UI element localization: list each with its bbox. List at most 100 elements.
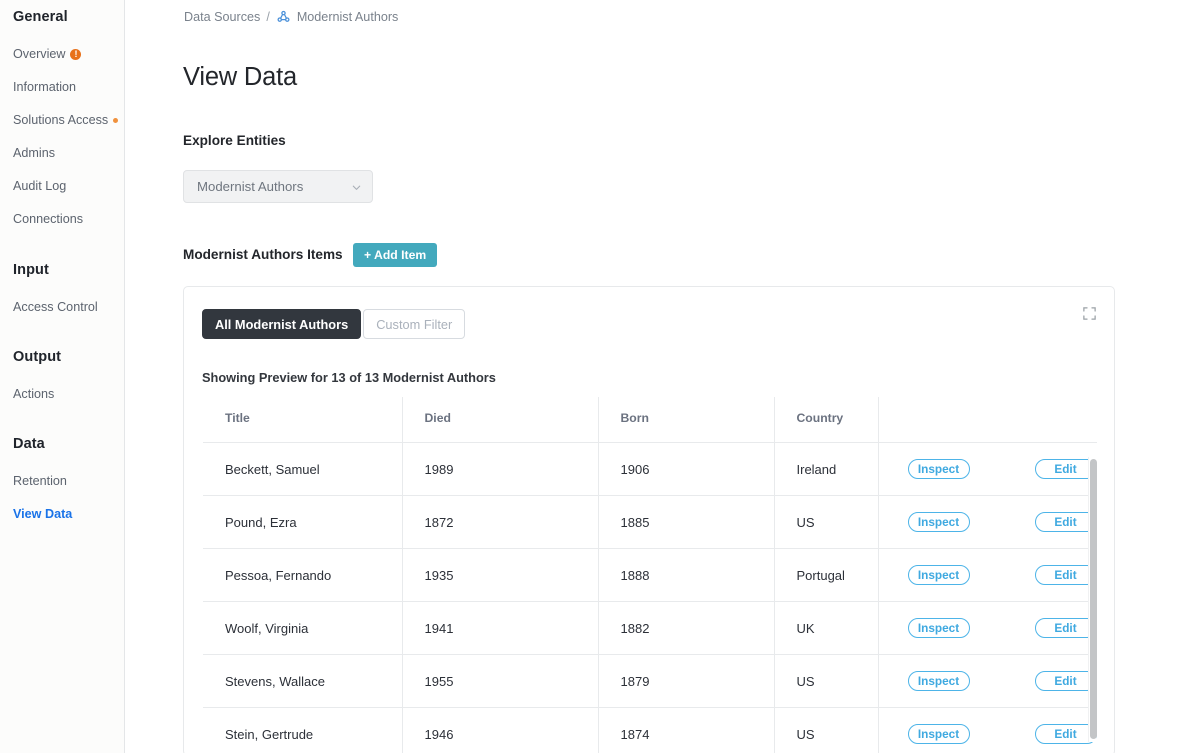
data-table-wrap: Title Died Born Country Beckett, Samuel1… [203, 397, 1097, 753]
cell-country: UK [774, 602, 878, 655]
sidebar-item-label: Solutions Access [13, 113, 108, 127]
sidebar-item-label: Connections [13, 212, 83, 226]
inspect-button[interactable]: Inspect [908, 671, 970, 691]
app-root: General Overview! Information Solutions Acc… [0, 0, 1181, 753]
cell-actions: InspectEdit [878, 602, 1097, 655]
cell-country: Portugal [774, 549, 878, 602]
cell-born: 1879 [598, 655, 774, 708]
sidebar-item-connections[interactable]: Connections [13, 212, 83, 226]
sidebar-section-title-general: General [13, 9, 68, 25]
sidebar-item-access-control[interactable]: Access Control [13, 300, 98, 314]
table-row[interactable]: Stevens, Wallace19551879USInspectEdit [203, 655, 1097, 708]
data-table: Title Died Born Country Beckett, Samuel1… [203, 397, 1097, 753]
column-header-country[interactable]: Country [774, 397, 878, 443]
inspect-button[interactable]: Inspect [908, 565, 970, 585]
add-item-button[interactable]: + Add Item [353, 243, 437, 267]
cell-actions: InspectEdit [878, 549, 1097, 602]
cell-died: 1955 [402, 655, 598, 708]
table-row[interactable]: Woolf, Virginia19411882UKInspectEdit [203, 602, 1097, 655]
entity-select[interactable]: Modernist Authors [183, 170, 373, 203]
status-dot-icon [113, 118, 118, 123]
cell-born: 1874 [598, 708, 774, 753]
inspect-button[interactable]: Inspect [908, 724, 970, 744]
explore-entities-label: Explore Entities [183, 133, 286, 148]
preview-count-text: Showing Preview for 13 of 13 Modernist A… [202, 370, 496, 385]
table-body: Beckett, Samuel19891906IrelandInspectEdi… [203, 443, 1097, 753]
sidebar-section-title-data: Data [13, 436, 45, 452]
inspect-button[interactable]: Inspect [908, 512, 970, 532]
sidebar-item-label: Actions [13, 387, 54, 401]
warning-icon: ! [70, 49, 81, 60]
sidebar-item-overview[interactable]: Overview! [13, 47, 81, 61]
cell-country: US [774, 708, 878, 753]
cell-title: Beckett, Samuel [203, 443, 402, 496]
breadcrumb-root[interactable]: Data Sources [184, 10, 260, 24]
cell-died: 1872 [402, 496, 598, 549]
inspect-button[interactable]: Inspect [908, 618, 970, 638]
sidebar-item-label: Retention [13, 474, 67, 488]
cell-died: 1935 [402, 549, 598, 602]
table-row[interactable]: Stein, Gertrude19461874USInspectEdit [203, 708, 1097, 753]
sidebar-item-label: Audit Log [13, 179, 66, 193]
sidebar-item-label: View Data [13, 507, 72, 521]
filter-tabs: All Modernist Authors Custom Filter [202, 309, 465, 339]
sidebar-item-label: Admins [13, 146, 55, 160]
column-header-died[interactable]: Died [402, 397, 598, 443]
sidebar-item-admins[interactable]: Admins [13, 146, 55, 160]
breadcrumb-separator: / [266, 10, 270, 24]
cell-country: Ireland [774, 443, 878, 496]
expand-icon[interactable] [1082, 306, 1097, 321]
cell-born: 1885 [598, 496, 774, 549]
cell-title: Woolf, Virginia [203, 602, 402, 655]
cell-title: Pound, Ezra [203, 496, 402, 549]
breadcrumb: Data Sources / Modernist Authors [184, 9, 398, 24]
sidebar-item-view-data[interactable]: View Data [13, 507, 72, 521]
table-row[interactable]: Beckett, Samuel19891906IrelandInspectEdi… [203, 443, 1097, 496]
sidebar-item-label: Overview [13, 47, 65, 61]
sidebar-item-audit-log[interactable]: Audit Log [13, 179, 66, 193]
sidebar: General Overview! Information Solutions Acc… [0, 0, 125, 753]
breadcrumb-current[interactable]: Modernist Authors [297, 10, 399, 24]
table-row[interactable]: Pound, Ezra18721885USInspectEdit [203, 496, 1097, 549]
main-content: Data Sources / Modernist Authors View Da… [125, 0, 1181, 753]
sidebar-item-retention[interactable]: Retention [13, 474, 67, 488]
webhook-icon [276, 9, 291, 24]
sidebar-item-label: Information [13, 80, 76, 94]
cell-title: Pessoa, Fernando [203, 549, 402, 602]
cell-born: 1906 [598, 443, 774, 496]
sidebar-section-title-input: Input [13, 262, 49, 278]
table-header-row: Title Died Born Country [203, 397, 1097, 443]
cell-country: US [774, 496, 878, 549]
cell-country: US [774, 655, 878, 708]
page-title: View Data [183, 63, 297, 92]
cell-born: 1888 [598, 549, 774, 602]
items-label: Modernist Authors Items [183, 247, 343, 262]
column-header-actions [878, 397, 1097, 443]
table-scrollbar[interactable] [1088, 457, 1096, 742]
cell-title: Stevens, Wallace [203, 655, 402, 708]
column-header-title[interactable]: Title [203, 397, 402, 443]
cell-born: 1882 [598, 602, 774, 655]
cell-died: 1941 [402, 602, 598, 655]
cell-died: 1946 [402, 708, 598, 753]
entity-select-value: Modernist Authors [197, 179, 351, 194]
sidebar-item-solutions-access[interactable]: Solutions Access [13, 113, 118, 127]
sidebar-item-actions[interactable]: Actions [13, 387, 54, 401]
table-scrollbar-thumb[interactable] [1090, 459, 1097, 739]
sidebar-item-information[interactable]: Information [13, 80, 76, 94]
column-header-born[interactable]: Born [598, 397, 774, 443]
data-preview-card: All Modernist Authors Custom Filter Show… [183, 286, 1115, 753]
cell-actions: InspectEdit [878, 496, 1097, 549]
table-head: Title Died Born Country [203, 397, 1097, 443]
cell-actions: InspectEdit [878, 708, 1097, 753]
sidebar-item-label: Access Control [13, 300, 98, 314]
table-row[interactable]: Pessoa, Fernando19351888PortugalInspectE… [203, 549, 1097, 602]
inspect-button[interactable]: Inspect [908, 459, 970, 479]
cell-actions: InspectEdit [878, 655, 1097, 708]
tab-custom-filter[interactable]: Custom Filter [363, 309, 465, 339]
sidebar-section-title-output: Output [13, 349, 61, 365]
cell-title: Stein, Gertrude [203, 708, 402, 753]
cell-actions: InspectEdit [878, 443, 1097, 496]
cell-died: 1989 [402, 443, 598, 496]
tab-all-modernist-authors[interactable]: All Modernist Authors [202, 309, 361, 339]
